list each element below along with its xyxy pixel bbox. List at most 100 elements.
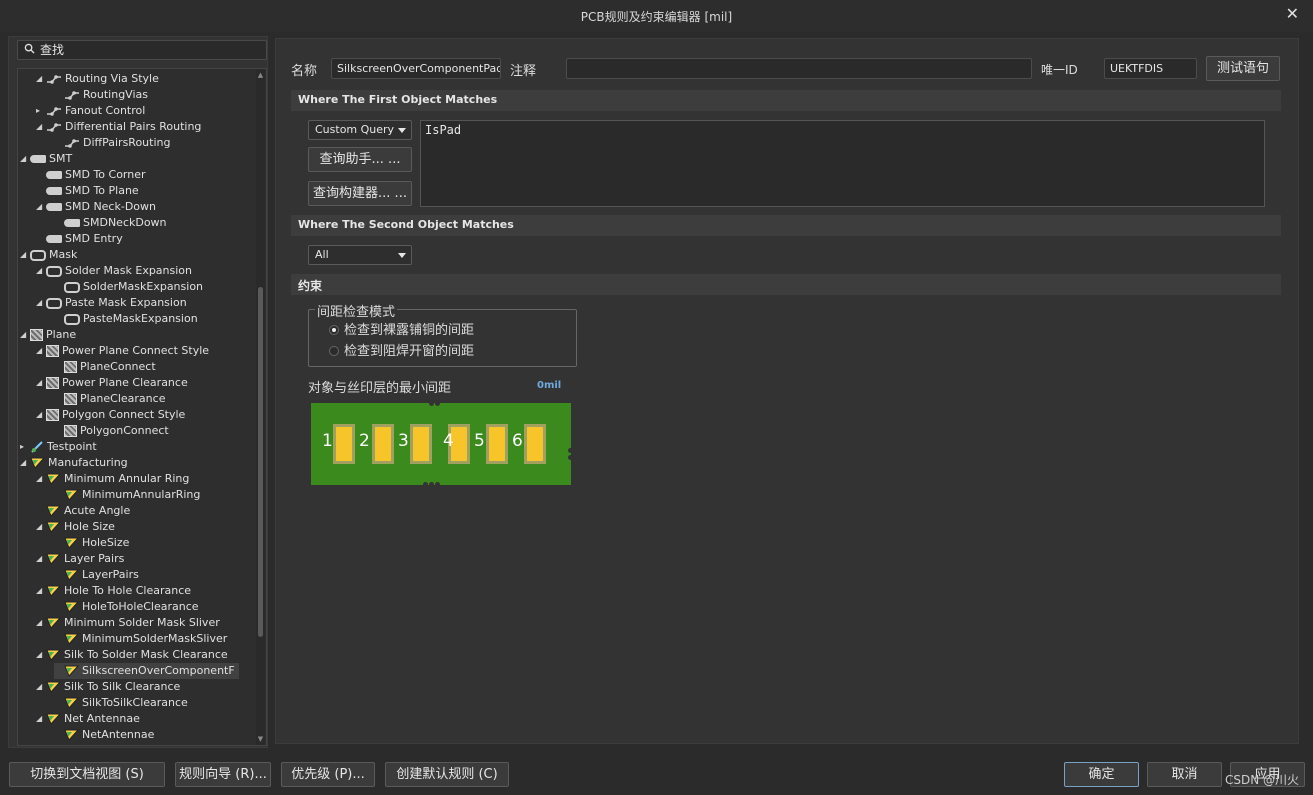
- tree-item[interactable]: MinimumSolderMaskSliver: [54, 631, 227, 647]
- query-type-value: Custom Query: [315, 123, 395, 136]
- ok-button[interactable]: 确定: [1064, 762, 1139, 787]
- collapse-icon[interactable]: ◢: [20, 151, 30, 167]
- mfg-rule-icon: [46, 617, 62, 629]
- tree-item[interactable]: ◢ Silk To Solder Mask Clearance: [36, 647, 228, 663]
- tree-item[interactable]: ◢ Power Plane Clearance: [36, 375, 188, 391]
- uid-field[interactable]: UEKTFDIS: [1104, 58, 1197, 79]
- search-input[interactable]: [40, 42, 260, 58]
- tree-item[interactable]: ◢ Routing Via Style: [36, 71, 159, 87]
- collapse-icon[interactable]: ◢: [36, 711, 46, 727]
- tree-item[interactable]: ◢ Hole To Hole Clearance: [36, 583, 191, 599]
- tree-item[interactable]: ◢ Mask: [20, 247, 77, 263]
- tree-item-label: SolderMaskExpansion: [83, 280, 204, 293]
- scroll-thumb[interactable]: [258, 287, 263, 637]
- tree-item[interactable]: NetAntennae: [54, 727, 154, 743]
- pad-number: 5: [474, 431, 485, 451]
- collapse-icon[interactable]: ◢: [36, 647, 46, 663]
- pad-number: 1: [322, 431, 333, 451]
- tree-item[interactable]: ◢ Paste Mask Expansion: [36, 295, 187, 311]
- name-field[interactable]: SilkscreenOverComponentPads: [331, 58, 501, 79]
- collapse-icon[interactable]: ◢: [36, 343, 46, 359]
- second-scope-dropdown[interactable]: All: [308, 245, 412, 265]
- scroll-down-icon[interactable]: ▼: [256, 735, 265, 743]
- tree-item[interactable]: ▸ Testpoint: [20, 439, 97, 455]
- radio-unselected-icon[interactable]: [329, 345, 339, 356]
- tree-item[interactable]: PlaneConnect: [54, 359, 156, 375]
- tree-item[interactable]: ◢ Hole Size: [36, 519, 115, 535]
- collapse-icon[interactable]: ◢: [36, 471, 46, 487]
- collapse-icon[interactable]: ◢: [36, 71, 46, 87]
- tree-item[interactable]: SMD To Plane: [36, 183, 139, 199]
- tree-item[interactable]: ◢ Differential Pairs Routing: [36, 119, 201, 135]
- tree-item[interactable]: LayerPairs: [54, 567, 139, 583]
- radio-exposed-copper[interactable]: 检查到裸露铺铜的间距: [329, 323, 474, 339]
- collapse-icon[interactable]: ◢: [36, 295, 46, 311]
- tree-item[interactable]: SolderMaskExpansion: [54, 279, 203, 295]
- tree-item[interactable]: ◢ Power Plane Connect Style: [36, 343, 209, 359]
- tree-item[interactable]: SMD Entry: [36, 231, 123, 247]
- pad-shape: [372, 424, 394, 464]
- expand-icon[interactable]: ▸: [20, 439, 30, 455]
- radio-selected-icon[interactable]: [329, 324, 339, 335]
- collapse-icon[interactable]: ◢: [36, 407, 46, 423]
- collapse-icon[interactable]: ◢: [36, 679, 46, 695]
- search-box[interactable]: [17, 40, 267, 60]
- tree-item[interactable]: PlaneClearance: [54, 391, 165, 407]
- tree-item[interactable]: ◢ Minimum Annular Ring: [36, 471, 189, 487]
- create-default-rules-button[interactable]: 创建默认规则 (C): [385, 762, 509, 787]
- tree-item[interactable]: ◢ Silk To Silk Clearance: [36, 679, 180, 695]
- tree-item[interactable]: Acute Angle: [36, 503, 130, 519]
- tree-item[interactable]: ◢ Solder Mask Expansion: [36, 263, 192, 279]
- tree-item[interactable]: SMD To Corner: [36, 167, 146, 183]
- close-icon[interactable]: ✕: [1286, 4, 1299, 23]
- collapse-icon[interactable]: ◢: [36, 615, 46, 631]
- tree-item[interactable]: ◢ Layer Pairs: [36, 551, 124, 567]
- tree-item-label: Routing Via Style: [65, 72, 159, 85]
- tree-item[interactable]: HoleToHoleClearance: [54, 599, 199, 615]
- query-builder-button[interactable]: 查询构建器... ...: [308, 181, 412, 206]
- tree-item[interactable]: ◢ Plane: [20, 327, 76, 343]
- tree-item[interactable]: RoutingVias: [54, 87, 148, 103]
- collapse-icon[interactable]: ◢: [36, 375, 46, 391]
- query-helper-button[interactable]: 查询助手... ...: [308, 147, 412, 172]
- tree-scrollbar[interactable]: ▲ ▼: [256, 69, 265, 745]
- tree-item[interactable]: DiffPairsRouting: [54, 135, 170, 151]
- tree-item[interactable]: SilkToSilkClearance: [54, 695, 188, 711]
- cancel-button[interactable]: 取消: [1147, 762, 1222, 787]
- tree-item[interactable]: ◢ Minimum Solder Mask Sliver: [36, 615, 220, 631]
- tree-item[interactable]: ◢ Polygon Connect Style: [36, 407, 185, 423]
- query-type-dropdown[interactable]: Custom Query: [308, 120, 412, 140]
- tree-item[interactable]: ◢ SMT: [20, 151, 72, 167]
- collapse-icon[interactable]: ◢: [36, 263, 46, 279]
- tree-item[interactable]: ◢ Net Antennae: [36, 711, 140, 727]
- tree-item[interactable]: PasteMaskExpansion: [54, 311, 198, 327]
- tree-item[interactable]: ◢ SMD Neck-Down: [36, 199, 156, 215]
- comment-field[interactable]: [566, 58, 1032, 79]
- collapse-icon[interactable]: ◢: [36, 199, 46, 215]
- collapse-icon[interactable]: ◢: [20, 247, 30, 263]
- tree-item[interactable]: PolygonConnect: [54, 423, 169, 439]
- collapse-icon[interactable]: ◢: [36, 551, 46, 567]
- rules-tree[interactable]: ▲ ▼ ◢ Routing Via Style RoutingVias ▸ Fanout…: [17, 68, 267, 746]
- comment-label: 注释: [510, 64, 537, 79]
- radio-solder-mask[interactable]: 检查到阻焊开窗的间距: [329, 344, 474, 360]
- collapse-icon[interactable]: ◢: [20, 327, 30, 343]
- priority-button[interactable]: 优先级 (P)...: [281, 762, 375, 787]
- collapse-icon[interactable]: ◢: [36, 119, 46, 135]
- scroll-up-icon[interactable]: ▲: [256, 71, 265, 79]
- min-clearance-value[interactable]: 0mil: [537, 380, 561, 391]
- tree-item[interactable]: ◢ Manufacturing: [20, 455, 128, 471]
- document-view-button[interactable]: 切换到文档视图 (S): [9, 762, 165, 787]
- tree-item[interactable]: MinimumAnnularRing: [54, 487, 200, 503]
- tree-item[interactable]: SMDNeckDown: [54, 215, 167, 231]
- tree-item[interactable]: ▸ Fanout Control: [36, 103, 145, 119]
- query-text-area[interactable]: IsPad: [420, 120, 1265, 207]
- collapse-icon[interactable]: ◢: [36, 583, 46, 599]
- collapse-icon[interactable]: ◢: [36, 519, 46, 535]
- rule-wizard-button[interactable]: 规则向导 (R)...: [175, 762, 271, 787]
- collapse-icon[interactable]: ◢: [20, 455, 30, 471]
- test-query-button[interactable]: 测试语句: [1206, 56, 1280, 81]
- tree-item[interactable]: HoleSize: [54, 535, 129, 551]
- expand-icon[interactable]: ▸: [36, 103, 46, 119]
- tree-item[interactable]: SilkscreenOverComponentF: [54, 663, 239, 679]
